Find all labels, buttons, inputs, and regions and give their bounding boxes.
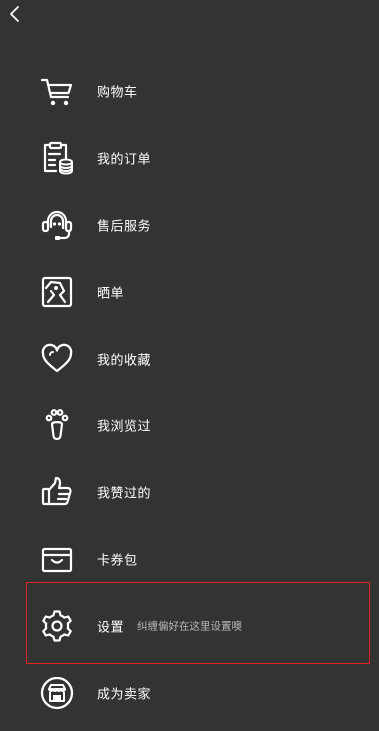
menu-item-coupons[interactable]: 卡券包 — [0, 526, 379, 593]
menu-label: 我赞过的 — [97, 486, 152, 502]
menu-label: 售后服务 — [97, 219, 152, 235]
heart-icon — [39, 341, 75, 377]
menu-label: 晒单 — [97, 286, 125, 302]
thumbs-up-icon — [39, 474, 75, 510]
photo-icon — [39, 274, 75, 310]
store-icon — [39, 675, 75, 711]
menu-screen: 购物车 我的订单 售后服务 晒单 我的收藏 我浏览过 我赞过的 卡券包 设置 纠… — [0, 0, 379, 731]
cart-icon — [39, 73, 75, 109]
menu-item-favorites[interactable]: 我的收藏 — [0, 325, 379, 392]
headset-icon — [39, 207, 75, 243]
menu-label: 卡券包 — [97, 553, 138, 569]
menu-item-after-sales[interactable]: 售后服务 — [0, 192, 379, 259]
menu-label: 设置 — [97, 620, 125, 636]
menu-label: 成为卖家 — [97, 687, 152, 703]
menu-item-orders[interactable]: 我的订单 — [0, 125, 379, 192]
settings-hint: 纠缠偏好在这里设置噢 — [137, 620, 242, 633]
menu-label: 我浏览过 — [97, 419, 152, 435]
menu-label: 我的订单 — [97, 152, 152, 168]
menu-item-browsed[interactable]: 我浏览过 — [0, 392, 379, 459]
back-button[interactable] — [3, 2, 27, 26]
menu-item-settings[interactable]: 设置 纠缠偏好在这里设置噢 — [0, 592, 379, 659]
order-list-icon — [39, 140, 75, 176]
menu-label: 购物车 — [97, 85, 138, 101]
menu-item-become-seller[interactable]: 成为卖家 — [0, 659, 379, 726]
gear-icon — [39, 608, 75, 644]
menu-list: 购物车 我的订单 售后服务 晒单 我的收藏 我浏览过 我赞过的 卡券包 设置 纠… — [0, 58, 379, 726]
chevron-left-icon — [10, 6, 19, 22]
menu-item-cart[interactable]: 购物车 — [0, 58, 379, 125]
footprint-icon — [39, 407, 75, 443]
menu-item-liked[interactable]: 我赞过的 — [0, 459, 379, 526]
wallet-icon — [39, 541, 75, 577]
menu-label: 我的收藏 — [97, 353, 152, 369]
menu-item-share-order[interactable]: 晒单 — [0, 258, 379, 325]
